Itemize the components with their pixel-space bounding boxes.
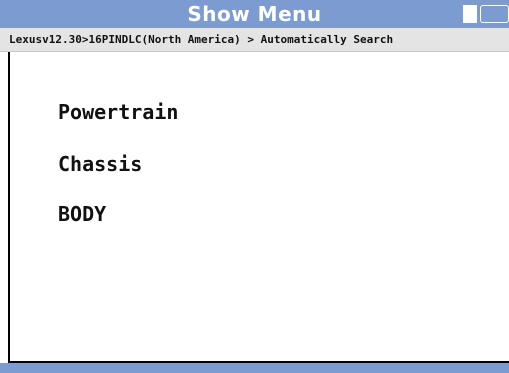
window-title: Show Menu bbox=[187, 2, 322, 26]
battery-outline bbox=[480, 5, 509, 23]
menu-item-chassis[interactable]: Chassis bbox=[58, 150, 142, 178]
breadcrumb-bar: Lexusv12.30>16PINDLC(North America) > Au… bbox=[0, 28, 509, 52]
breadcrumb: Lexusv12.30>16PINDLC(North America) > Au… bbox=[9, 33, 394, 46]
title-bar: Show Menu bbox=[0, 0, 509, 28]
menu-item-body[interactable]: BODY bbox=[58, 200, 106, 228]
menu-panel: Powertrain Chassis BODY bbox=[8, 52, 509, 363]
battery-level-indicator bbox=[463, 5, 477, 23]
menu-item-powertrain[interactable]: Powertrain bbox=[58, 98, 178, 126]
bottom-bar bbox=[0, 363, 509, 373]
battery-icon bbox=[463, 5, 509, 23]
